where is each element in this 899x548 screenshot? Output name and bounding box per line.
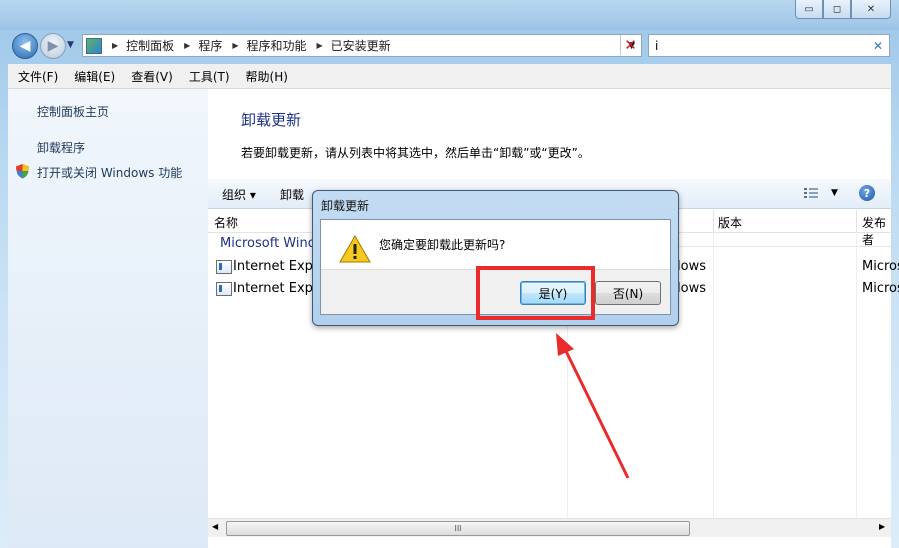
back-arrow-icon: ◀	[12, 33, 38, 59]
row-publisher: Microsoft	[862, 281, 899, 296]
uninstall-toolbar-button[interactable]: 卸载	[280, 186, 304, 203]
dialog-message: 您确定要卸载此更新吗?	[379, 238, 506, 252]
breadcrumb-installed-updates[interactable]: 已安装更新	[331, 37, 391, 54]
help-icon[interactable]: ?	[859, 185, 875, 201]
menu-help[interactable]: 帮助(H)	[236, 68, 294, 85]
clear-search-icon[interactable]: ✕	[873, 39, 883, 53]
sidebar-link-uninstall-program[interactable]: 卸载程序	[37, 139, 85, 156]
column-divider[interactable]	[856, 210, 857, 232]
stop-button[interactable]: ✕	[620, 35, 640, 55]
breadcrumb-programs[interactable]: 程序	[198, 37, 222, 54]
menu-view[interactable]: 查看(V)	[121, 68, 179, 85]
annotation-highlight-box	[476, 266, 595, 320]
breadcrumb-separator-icon[interactable]: ▶	[317, 41, 323, 50]
maximize-button[interactable]: ◻	[823, 0, 851, 19]
page-instruction: 若要卸载更新，请从列表中将其选中，然后单击“卸载”或“更改”。	[241, 146, 590, 160]
breadcrumb-control-panel[interactable]: 控制面板	[126, 37, 174, 54]
update-icon	[216, 260, 232, 274]
view-dropdown-icon[interactable]: ▼	[831, 188, 838, 198]
page-title: 卸载更新	[241, 111, 302, 129]
breadcrumb-separator-icon: ▶	[112, 41, 119, 50]
no-button[interactable]: 否(N)	[595, 281, 661, 305]
organize-button[interactable]: 组织 ▾	[222, 186, 256, 203]
column-guide	[856, 232, 857, 518]
menu-bar: 文件(F) 编辑(E) 查看(V) 工具(T) 帮助(H)	[8, 64, 891, 89]
recent-pages-dropdown-icon[interactable]: ▼	[67, 40, 74, 50]
shield-icon	[15, 163, 30, 179]
horizontal-scrollbar[interactable]: ◀ III ▶	[208, 518, 891, 537]
view-options-icon[interactable]	[804, 187, 818, 199]
breadcrumb-programs-features[interactable]: 程序和功能	[247, 37, 307, 54]
sidebar-link-windows-features[interactable]: 打开或关闭 Windows 功能	[37, 164, 182, 181]
window-titlebar	[0, 0, 899, 30]
stop-x-icon: ✕	[624, 36, 637, 54]
column-header-publisher[interactable]: 发布者	[862, 214, 891, 248]
minimize-button[interactable]: ▭	[795, 0, 823, 19]
forward-arrow-icon: ▶	[40, 33, 66, 59]
menu-file[interactable]: 文件(F)	[8, 68, 64, 85]
scroll-grip: III	[454, 524, 462, 533]
scroll-right-icon[interactable]: ▶	[879, 522, 885, 531]
column-header-version[interactable]: 版本	[718, 214, 742, 231]
scroll-thumb[interactable]: III	[226, 521, 690, 536]
close-button[interactable]: ✕	[851, 0, 891, 19]
update-icon	[216, 282, 232, 296]
column-divider[interactable]	[713, 210, 714, 232]
search-input[interactable]: i	[655, 39, 658, 53]
task-pane: 控制面板主页 卸载程序 打开或关闭 Windows 功能	[8, 89, 208, 548]
dialog-title: 卸载更新	[321, 199, 370, 213]
menu-tools[interactable]: 工具(T)	[179, 68, 236, 85]
column-header-name[interactable]: 名称	[214, 214, 238, 231]
search-box[interactable]: i ✕	[648, 34, 890, 57]
forward-button[interactable]: ▶	[40, 33, 66, 59]
breadcrumb-separator-icon[interactable]: ▶	[232, 41, 238, 50]
annotation-arrow-icon	[556, 333, 630, 479]
back-button[interactable]: ◀	[12, 33, 38, 59]
breadcrumb-separator-icon[interactable]: ▶	[184, 41, 190, 50]
column-guide	[713, 232, 714, 518]
address-bar[interactable]: ▶ 控制面板 ▶ 程序 ▶ 程序和功能 ▶ 已安装更新 ▼	[82, 34, 642, 57]
window-controls: ▭ ◻ ✕	[795, 0, 891, 20]
warning-icon	[339, 234, 371, 263]
sidebar-link-control-panel-home[interactable]: 控制面板主页	[37, 103, 109, 120]
control-panel-icon	[86, 37, 102, 54]
menu-edit[interactable]: 编辑(E)	[64, 68, 121, 85]
scroll-left-icon[interactable]: ◀	[212, 522, 218, 531]
row-publisher: Microsoft	[862, 259, 899, 274]
